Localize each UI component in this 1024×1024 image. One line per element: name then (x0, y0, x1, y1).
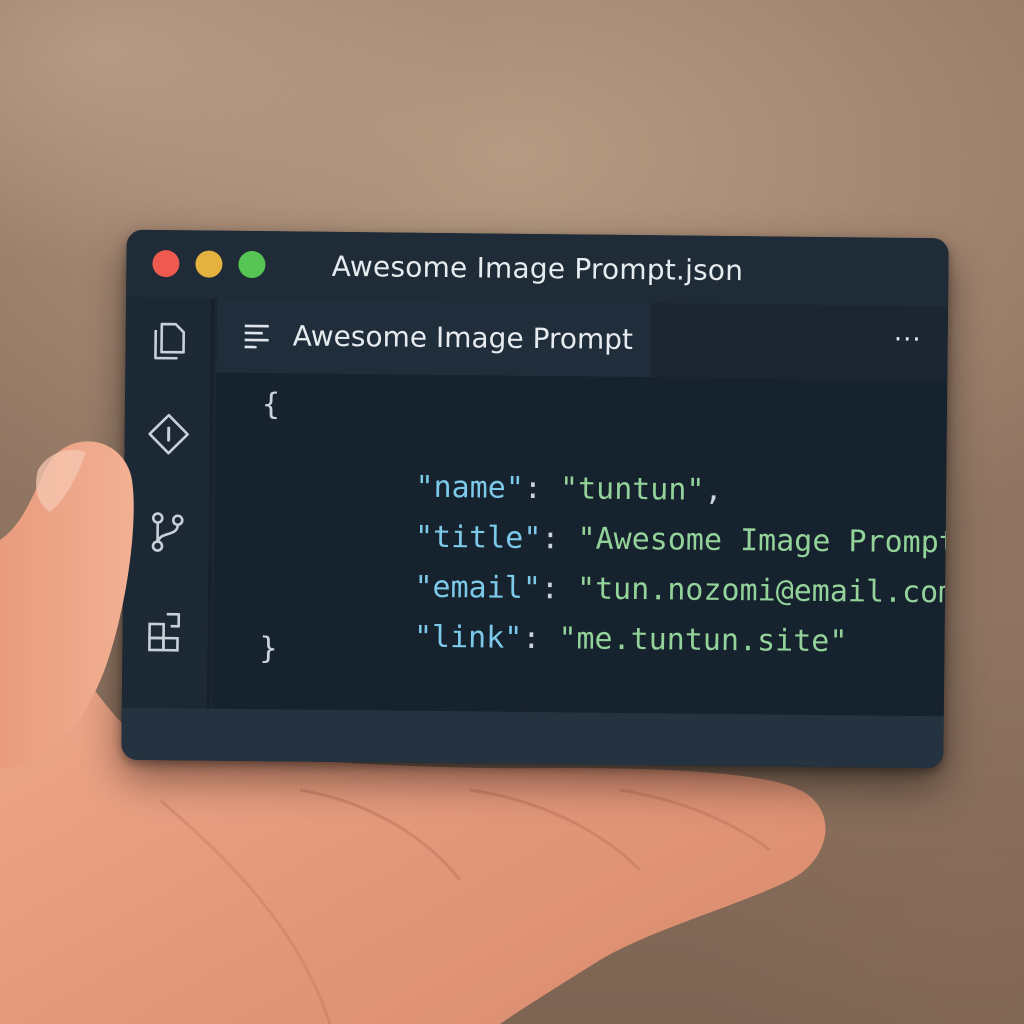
status-bar (121, 707, 944, 769)
tab-label: Awesome Image Prompt (292, 319, 634, 357)
more-actions-button[interactable]: ··· (885, 325, 929, 358)
close-brace: } (259, 631, 278, 667)
activity-bar (121, 297, 215, 709)
json-value: "me.tuntun.site" (558, 621, 848, 660)
tab-bar: Awesome Image Prompt ··· (216, 298, 949, 381)
diamond-info-icon[interactable] (146, 412, 190, 456)
extensions-icon[interactable] (144, 610, 188, 654)
title-bar: Awesome Image Prompt.json (126, 229, 949, 307)
outline-icon (244, 324, 269, 349)
tab-awesome-image-prompt[interactable]: Awesome Image Prompt (216, 298, 652, 378)
window-title: Awesome Image Prompt.json (331, 249, 744, 288)
editor-card: Awesome Image Prompt.json Awesome Image … (121, 229, 949, 769)
files-icon[interactable] (147, 318, 191, 362)
json-key: "link" (413, 619, 523, 656)
json-colon: : (522, 620, 559, 657)
code-line: "link": "me.tuntun.site" (305, 584, 848, 695)
open-brace: { (261, 387, 281, 423)
source-control-icon[interactable] (145, 510, 189, 554)
code-editor[interactable]: { "name": "tuntun", "title": "Awesome Im… (212, 372, 949, 717)
